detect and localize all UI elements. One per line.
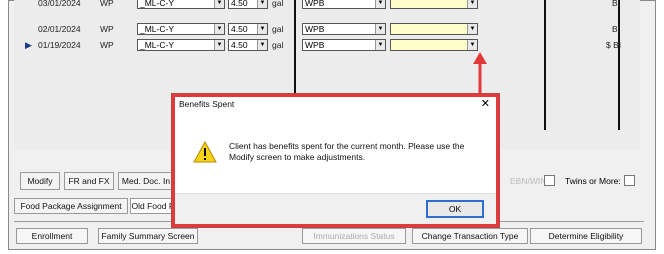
dialog-message: Client has benefits spent for the curren… [229,141,465,162]
twins-label: Twins or More: [565,176,621,186]
table-row[interactable]: 02/01/2024 WP _ML-C-Y ▼ 4.50 ▼ gal WPB ▼ ▼ … [14,22,640,36]
food-code-select[interactable]: _ML-C-Y ▼ [137,39,225,51]
dialog-footer: OK [175,193,496,224]
row-type: WP [100,40,114,50]
fr-fx-button[interactable]: FR and FX [64,172,114,190]
chevron-down-icon: ▼ [214,0,224,8]
tab-food-package[interactable]: Food Package Assignment [14,198,128,214]
table-row[interactable]: ▶ 01/19/2024 WP _ML-C-Y ▼ 4.50 ▼ gal WPB ▼ … [14,38,640,52]
determine-eligibility-button[interactable]: Determine Eligibility [530,228,642,244]
family-summary-button[interactable]: Family Summary Screen [98,228,198,244]
food-code-select[interactable]: _ML-C-Y ▼ [137,23,225,35]
ebn-label: EBN/WIN [510,176,547,186]
dialog-title: Benefits Spent [175,97,496,111]
enrollment-button[interactable]: Enrollment [16,228,88,244]
chevron-down-icon: ▼ [375,24,385,34]
vendor-select[interactable]: WPB ▼ [302,23,386,35]
med-doc-button[interactable]: Med. Doc. In [118,172,174,190]
row-type: WP [100,0,114,8]
ok-button[interactable]: OK [426,200,484,218]
chevron-down-icon: ▼ [467,24,477,34]
quantity-select[interactable]: 4.50 ▼ [228,39,268,51]
row-flag: $ BI [606,40,622,50]
close-icon[interactable]: ✕ [481,97,490,111]
twins-checkbox[interactable] [624,175,635,186]
chevron-down-icon: ▼ [375,40,385,50]
vendor-select[interactable]: WPB ▼ [302,39,386,51]
empty-select[interactable]: ▼ [390,23,478,35]
chevron-down-icon: ▼ [467,40,477,50]
chevron-down-icon: ▼ [467,0,477,8]
empty-select[interactable]: ▼ [390,39,478,51]
unit-label: gal [272,40,284,50]
unit-label: gal [272,0,284,8]
grid-divider [544,0,546,130]
food-code-select[interactable]: _ML-C-Y ▼ [137,0,225,9]
chevron-down-icon: ▼ [257,40,267,50]
warning-icon [193,141,217,163]
row-date: 01/19/2024 [38,40,81,50]
row-date: 02/01/2024 [38,24,81,34]
chevron-down-icon: ▼ [214,24,224,34]
grid-divider [618,0,620,130]
chevron-down-icon: ▼ [375,0,385,8]
tab-old-food[interactable]: Old Food P [130,198,176,214]
chevron-down-icon: ▼ [257,24,267,34]
row-flag: BI [612,0,621,8]
row-date: 03/01/2024 [38,0,81,8]
dialog-body: Client has benefits spent for the curren… [175,111,496,201]
chevron-down-icon: ▼ [214,40,224,50]
modify-button[interactable]: Modify [20,172,60,190]
quantity-select[interactable]: 4.50 ▼ [228,0,268,9]
row-type: WP [100,24,114,34]
annotation-arrow [473,52,487,98]
quantity-select[interactable]: 4.50 ▼ [228,23,268,35]
empty-select[interactable]: ▼ [390,0,478,9]
vendor-select[interactable]: WPB ▼ [302,0,386,9]
row-flag: BI [612,24,621,34]
benefits-spent-dialog: Benefits Spent ✕ Client has benefits spe… [172,94,499,227]
immunizations-button[interactable]: Immunizations Status [302,228,406,244]
ebn-checkbox[interactable] [544,175,555,186]
current-row-icon: ▶ [25,40,32,50]
unit-label: gal [272,24,284,34]
chevron-down-icon: ▼ [257,0,267,8]
change-transaction-button[interactable]: Change Transaction Type [412,228,528,244]
table-row[interactable]: 03/01/2024 WP _ML-C-Y ▼ 4.50 ▼ gal WPB ▼ ▼ … [14,0,640,10]
